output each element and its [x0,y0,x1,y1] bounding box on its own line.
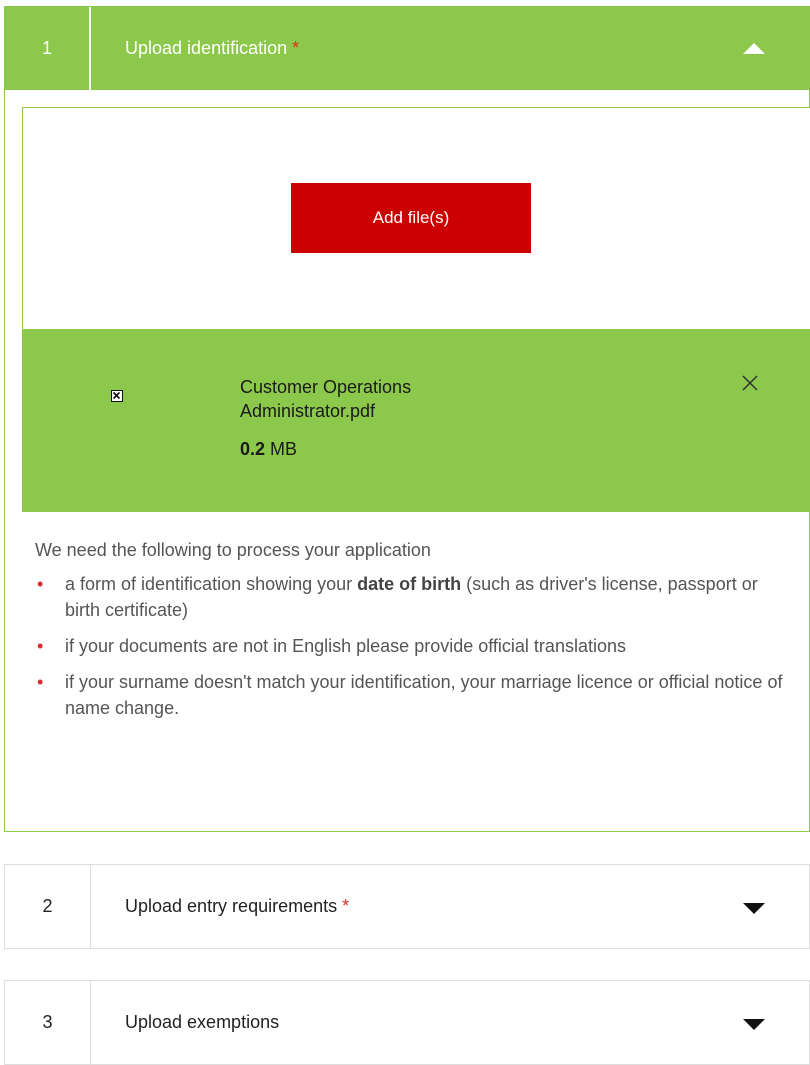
section-number: 2 [5,865,91,948]
requirements-list-item: if your documents are not in English ple… [35,633,795,659]
chevron-down-icon[interactable] [743,903,765,914]
section-upload-identification: 1 Upload identification * Add file(s) Cu… [4,6,810,832]
item-text: a form of identification showing your [65,574,358,594]
chevron-down-icon[interactable] [743,1019,765,1030]
file-name: Customer Operations Administrator.pdf [240,377,412,421]
requirements-list: a form of identification showing your da… [35,571,795,721]
section-upload-entry-requirements[interactable]: 2 Upload entry requirements * [4,864,810,949]
section-title: Upload identification * [125,7,299,90]
requirements-info: We need the following to process your ap… [35,537,795,731]
required-asterisk: * [292,38,300,58]
section-title-text: Upload exemptions [125,1012,280,1032]
add-files-button[interactable]: Add file(s) [291,183,531,253]
file-size-unit: MB [270,439,298,459]
close-icon[interactable] [740,373,760,393]
chevron-up-icon[interactable] [743,43,765,54]
section-title: Upload exemptions [125,981,279,1064]
requirements-list-item: if your surname doesn't match your ident… [35,669,795,721]
section-header-1[interactable]: 1 Upload identification * [5,7,809,90]
item-bold-text: date of birth [357,574,462,594]
section-upload-exemptions[interactable]: 3 Upload exemptions [4,980,810,1065]
requirements-list-item: a form of identification showing your da… [35,571,795,623]
file-size: 0.2 MB [240,439,297,460]
file-icon [111,390,123,402]
file-size-value: 0.2 [240,439,266,459]
section-title: Upload entry requirements * [125,865,349,948]
file-dropzone[interactable]: Add file(s) [22,107,810,329]
required-asterisk: * [342,896,350,916]
requirements-lead: We need the following to process your ap… [35,540,431,560]
uploaded-file-item: Customer Operations Administrator.pdf 0.… [22,329,810,512]
section-number: 3 [5,981,91,1064]
section-title-text: Upload identification [125,38,288,58]
section-title-text: Upload entry requirements [125,896,338,916]
section-number: 1 [5,7,91,90]
